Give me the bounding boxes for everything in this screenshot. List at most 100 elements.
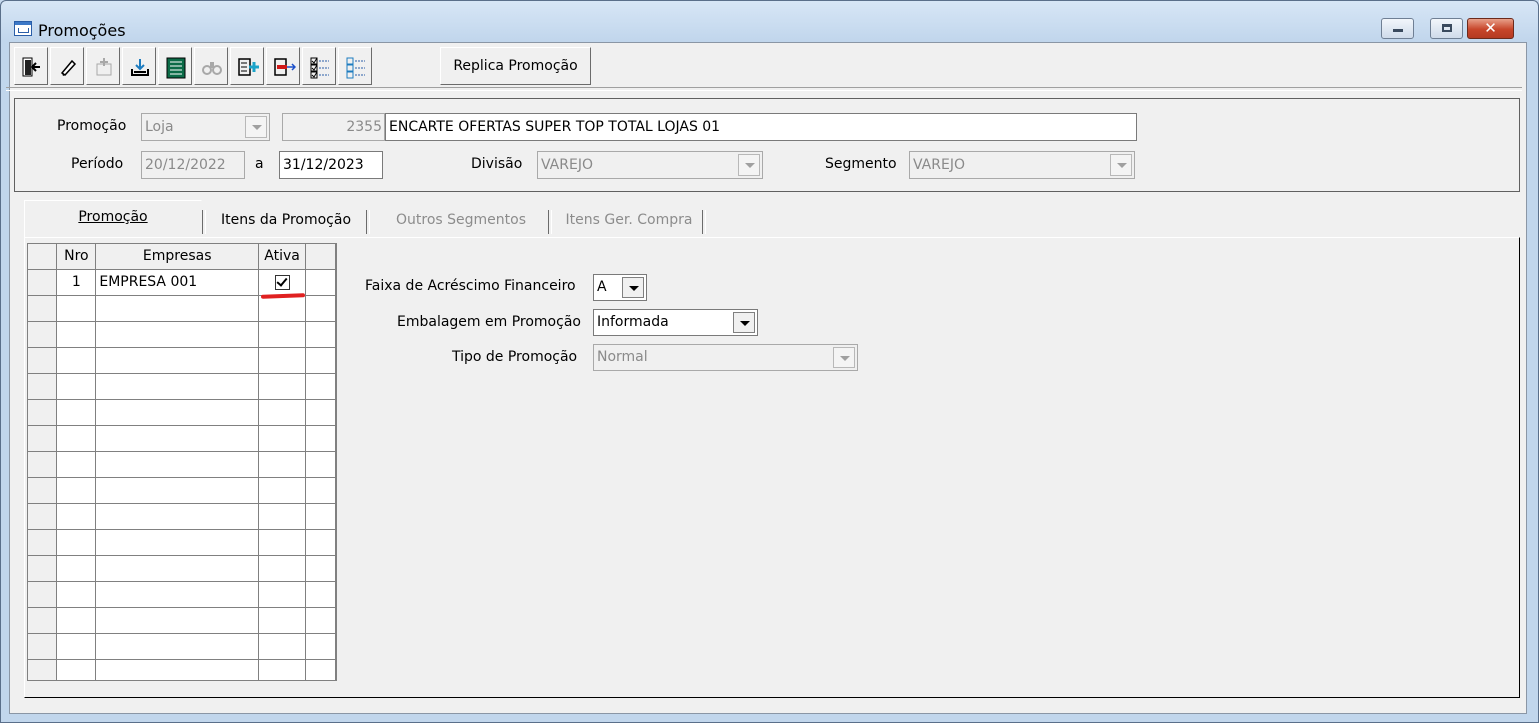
grid-cell[interactable] [28,321,58,348]
grid-cell[interactable] [28,555,58,582]
grid-cell[interactable] [28,607,58,634]
grid-cell[interactable] [56,321,97,348]
close-button[interactable]: ✕ [1467,18,1514,39]
grid-cell[interactable] [95,425,260,452]
grid-cell[interactable] [56,399,97,426]
grid-cell[interactable] [258,451,307,478]
table-row-empty[interactable] [28,503,336,530]
grid-cell[interactable] [258,347,307,374]
grid-cell[interactable] [95,295,260,322]
table-row-empty[interactable] [28,399,336,426]
title-bar[interactable]: Promoções ✕ [1,1,1538,40]
grid-cell[interactable] [95,321,260,348]
column-header-nro[interactable]: Nro [56,244,97,270]
grid-cell[interactable] [258,425,307,452]
grid-cell[interactable] [95,373,260,400]
grid-cell[interactable] [56,555,97,582]
grid-cell[interactable] [258,321,307,348]
grid-cell[interactable] [95,347,260,374]
table-row-empty[interactable] [28,451,336,478]
grid-cell[interactable] [95,451,260,478]
table-row-empty[interactable] [28,581,336,608]
cell-ativa[interactable] [258,269,307,296]
table-row-empty[interactable] [28,295,336,322]
grid-cell[interactable] [56,607,97,634]
grid-cell[interactable] [95,503,260,530]
grid-cell[interactable] [95,607,260,634]
table-row-empty[interactable] [28,373,336,400]
grid-cell[interactable] [95,555,260,582]
grid-cell[interactable] [28,347,58,374]
table-row-empty[interactable] [28,659,336,680]
replica-promocao-button[interactable]: Replica Promoção [440,47,591,85]
empresas-grid[interactable]: Nro Empresas Ativa 1 EMPRESA 001 [27,243,337,681]
exit-button[interactable] [14,47,48,85]
grid-cell[interactable] [258,373,307,400]
cell-nro[interactable]: 1 [56,269,97,296]
grid-cell[interactable] [28,659,58,680]
grid-cell[interactable] [56,425,97,452]
table-row[interactable]: 1 EMPRESA 001 [28,269,336,296]
promocao-description-field[interactable]: ENCARTE OFERTAS SUPER TOP TOTAL LOJAS 01 [385,113,1137,141]
table-row-empty[interactable] [28,321,336,348]
ativa-checkbox[interactable] [274,274,290,290]
minimize-button[interactable] [1381,18,1414,39]
column-header-empresas[interactable]: Empresas [95,244,260,270]
grid-cell[interactable] [56,529,97,556]
grid-cell[interactable] [28,477,58,504]
insert-button[interactable] [230,47,264,85]
export-button[interactable] [266,47,300,85]
grid-cell[interactable] [56,373,97,400]
tab-itens-da-promocao[interactable]: Itens da Promoção [202,204,370,240]
grid-cell[interactable] [56,295,97,322]
grid-cell[interactable] [258,607,307,634]
periodo-end-field[interactable]: 31/12/2023 [279,151,383,179]
table-row-empty[interactable] [28,425,336,452]
grid-cell[interactable] [258,399,307,426]
grid-cell[interactable] [56,581,97,608]
grid-cell[interactable] [56,451,97,478]
table-row-empty[interactable] [28,607,336,634]
grid-cell[interactable] [56,347,97,374]
grid-cell[interactable] [28,399,58,426]
list-button[interactable] [158,47,192,85]
cell-empresa[interactable]: EMPRESA 001 [95,269,260,296]
grid-cell[interactable] [28,373,58,400]
chevron-down-icon[interactable] [622,277,644,298]
table-row-empty[interactable] [28,529,336,556]
table-row-empty[interactable] [28,477,336,504]
grid-cell[interactable] [56,477,97,504]
column-header-ativa[interactable]: Ativa [258,244,307,270]
grid-cell[interactable] [95,399,260,426]
embalagem-combo[interactable]: Informada [593,309,758,336]
grid-cell[interactable] [258,295,307,322]
grid-cell[interactable] [56,633,97,660]
grid-cell[interactable] [56,659,97,680]
grid-cell[interactable] [28,503,58,530]
clear-button[interactable] [50,47,84,85]
grid-cell[interactable] [95,659,260,680]
tab-promocao[interactable]: Promoção [24,200,202,238]
grid-cell[interactable] [258,581,307,608]
grid-cell[interactable] [28,581,58,608]
table-row-empty[interactable] [28,555,336,582]
faixa-combo[interactable]: A [593,274,647,301]
table-row-empty[interactable] [28,347,336,374]
grid-cell[interactable] [95,477,260,504]
grid-cell[interactable] [258,477,307,504]
chevron-down-icon[interactable] [733,312,755,333]
uncheck-all-button[interactable] [338,47,372,85]
table-row-empty[interactable] [28,633,336,660]
grid-cell[interactable] [28,295,58,322]
grid-cell[interactable] [258,555,307,582]
grid-cell[interactable] [258,633,307,660]
save-button[interactable] [122,47,156,85]
grid-cell[interactable] [28,425,58,452]
grid-cell[interactable] [56,503,97,530]
grid-cell[interactable] [258,503,307,530]
check-all-button[interactable] [302,47,336,85]
grid-cell[interactable] [28,529,58,556]
grid-cell[interactable] [258,659,307,680]
grid-cell[interactable] [28,451,58,478]
grid-cell[interactable] [95,633,260,660]
